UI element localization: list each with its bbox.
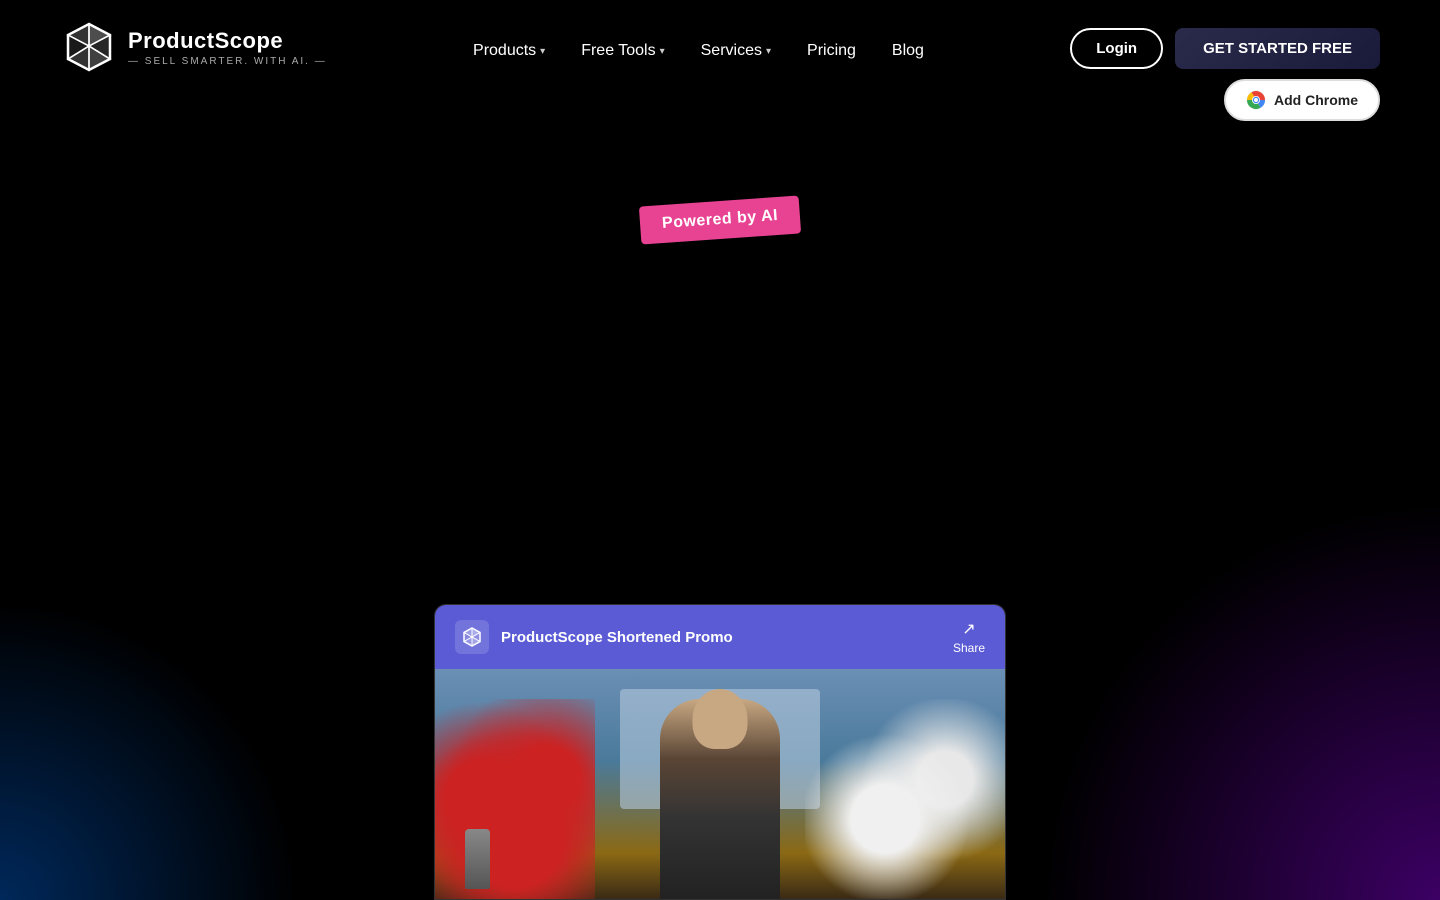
nav-free-tools-label: Free Tools: [581, 42, 655, 60]
chrome-icon: [1246, 90, 1266, 110]
logo-tagline: — SELL SMARTER. WITH AI. —: [128, 56, 327, 67]
video-container: ProductScope Shortened Promo ↗ Share: [434, 604, 1006, 900]
nav-pricing-label: Pricing: [807, 42, 856, 60]
video-title: ProductScope Shortened Promo: [501, 629, 733, 646]
video-header-left: ProductScope Shortened Promo: [455, 620, 733, 654]
nav-pricing[interactable]: Pricing: [793, 36, 870, 66]
thumbnail-right-decor: [805, 699, 1005, 899]
thumbnail-scene: [435, 669, 1005, 899]
nav-free-tools[interactable]: Free Tools ▾: [567, 36, 678, 66]
chevron-down-icon: ▾: [660, 46, 665, 57]
thumbnail-head: [693, 689, 748, 749]
chevron-down-icon: ▾: [766, 46, 771, 57]
add-chrome-label: Add Chrome: [1274, 92, 1358, 108]
nav-blog-label: Blog: [892, 42, 924, 60]
nav-top-row: Login GET STARTED FREE: [1070, 28, 1380, 69]
chevron-down-icon: ▾: [540, 46, 545, 57]
share-label: Share: [953, 641, 985, 655]
video-thumbnail[interactable]: [435, 669, 1005, 899]
glow-left: [0, 600, 300, 900]
powered-badge: Powered by AI: [639, 195, 801, 244]
navbar: ProductScope — SELL SMARTER. WITH AI. — …: [0, 0, 1440, 121]
nav-links: Products ▾ Free Tools ▾ Services ▾ Prici…: [459, 36, 938, 66]
logo[interactable]: ProductScope — SELL SMARTER. WITH AI. —: [60, 18, 327, 76]
glow-right: [1040, 500, 1440, 900]
video-header: ProductScope Shortened Promo ↗ Share: [435, 605, 1005, 669]
share-icon: ↗: [962, 619, 975, 639]
nav-products[interactable]: Products ▾: [459, 36, 559, 66]
get-started-button[interactable]: GET STARTED FREE: [1175, 28, 1380, 69]
video-logo-icon: [455, 620, 489, 654]
video-share-button[interactable]: ↗ Share: [953, 619, 985, 655]
thumbnail-person: [660, 699, 780, 899]
logo-name: ProductScope: [128, 28, 327, 54]
login-button[interactable]: Login: [1070, 28, 1163, 69]
logo-text-area: ProductScope — SELL SMARTER. WITH AI. —: [128, 28, 327, 67]
nav-products-label: Products: [473, 42, 536, 60]
nav-actions: Login GET STARTED FREE Add Chrome: [1070, 28, 1380, 121]
nav-services[interactable]: Services ▾: [687, 36, 785, 66]
thumbnail-flowers: [435, 699, 595, 899]
nav-blog[interactable]: Blog: [878, 36, 938, 66]
logo-icon: [60, 18, 118, 76]
hero-section: Powered by AI: [0, 121, 1440, 239]
thumbnail-product-bottle: [465, 829, 490, 889]
video-section: ProductScope Shortened Promo ↗ Share: [434, 604, 1006, 900]
nav-services-label: Services: [701, 42, 762, 60]
add-chrome-button[interactable]: Add Chrome: [1224, 79, 1380, 121]
